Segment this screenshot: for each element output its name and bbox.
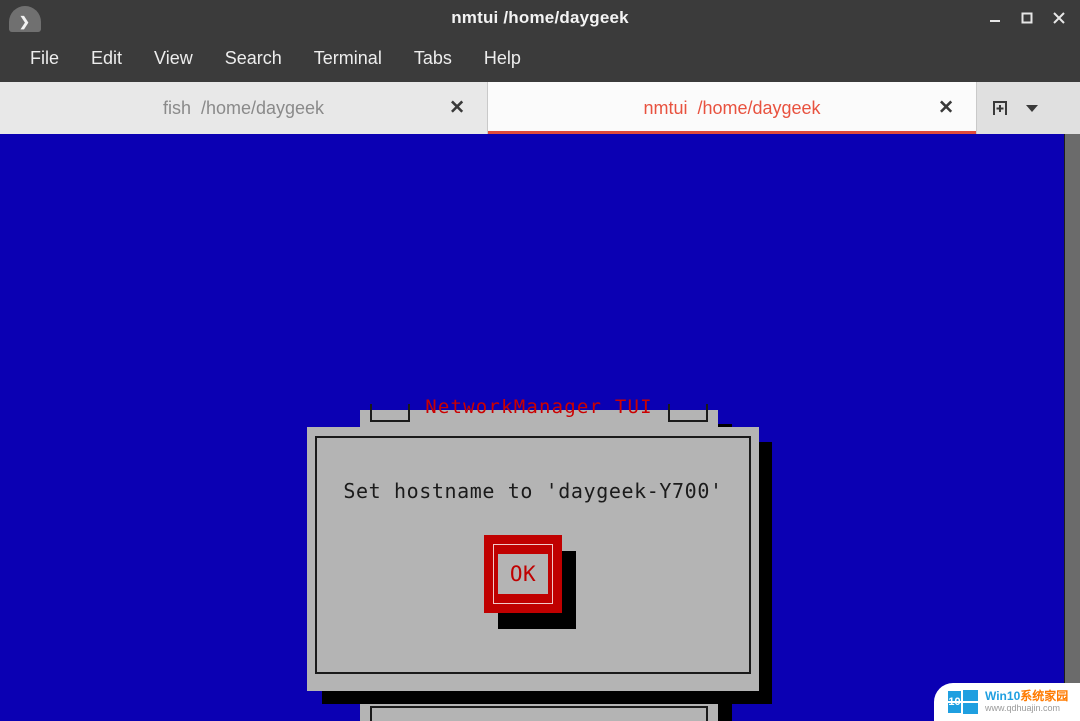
ok-button-label: OK (509, 562, 537, 586)
terminal-window: ❯ nmtui /home/daygeek File Edit View Sea… (0, 0, 1080, 721)
terminal-icon-prompt: ❯ (19, 14, 30, 29)
window-controls (980, 0, 1074, 36)
maximize-icon[interactable] (1012, 3, 1042, 33)
close-icon[interactable] (1044, 3, 1074, 33)
menu-item-edit[interactable]: Edit (75, 45, 138, 74)
win10-logo-text: 10 (948, 696, 961, 708)
tab-nmtui-command: nmtui (643, 97, 688, 118)
tab-nmtui[interactable]: nmtui /home/daygeek ✕ (488, 82, 976, 134)
hostname-dialog: Set hostname to 'daygeek-Y700' OK (307, 427, 759, 691)
watermark-text: Win10系统家园 www.qdhuajin.com (985, 690, 1068, 713)
chevron-down-icon[interactable] (1019, 95, 1045, 121)
watermark: 10 Win10系统家园 www.qdhuajin.com (934, 683, 1080, 721)
new-tab-icon[interactable] (987, 95, 1013, 121)
tab-fish-path: /home/daygeek (200, 97, 325, 118)
menu-bar: File Edit View Search Terminal Tabs Help (0, 36, 1080, 82)
watermark-title: Win10系统家园 (985, 690, 1068, 703)
nmtui-bottom-bar (370, 706, 708, 721)
tab-nmtui-path: /home/daygeek (697, 97, 821, 118)
ok-button-face: OK (498, 554, 548, 594)
tab-fish-command: fish (162, 97, 191, 118)
minimize-icon[interactable] (980, 3, 1010, 33)
menu-item-view[interactable]: View (138, 45, 209, 74)
watermark-title-lead: Win (985, 689, 1007, 704)
nmtui-window-title: NetworkManager TUI (425, 396, 653, 418)
tab-bar: fish /home/daygeek ✕ nmtui /home/daygeek… (0, 82, 1080, 134)
ok-button[interactable]: OK (484, 535, 576, 629)
win10-logo-icon: 10 (948, 690, 978, 714)
menu-item-terminal[interactable]: Terminal (298, 45, 398, 74)
tab-bar-actions (976, 82, 1080, 134)
watermark-url: www.qdhuajin.com (985, 703, 1061, 714)
hostname-dialog-message: Set hostname to 'daygeek-Y700' (343, 479, 723, 503)
menu-item-help[interactable]: Help (468, 45, 537, 74)
menu-item-file[interactable]: File (14, 45, 75, 74)
terminal-canvas[interactable]: NetworkManager TUI Set hostname to 'dayg… (0, 134, 1064, 721)
menu-item-tabs[interactable]: Tabs (398, 45, 468, 74)
title-bar: ❯ nmtui /home/daygeek (0, 0, 1080, 36)
window-title: nmtui /home/daygeek (451, 8, 629, 27)
tab-fish[interactable]: fish /home/daygeek ✕ (0, 82, 488, 134)
ok-button-focus-frame: OK (484, 535, 562, 613)
terminal-scrollbar[interactable] (1064, 134, 1080, 721)
tab-fish-close-icon[interactable]: ✕ (449, 99, 465, 118)
terminal-icon: ❯ (8, 4, 42, 32)
watermark-title-tail: 系统家园 (1020, 689, 1069, 704)
menu-item-search[interactable]: Search (209, 45, 298, 74)
watermark-title-mid: 10 (1006, 689, 1021, 704)
tab-nmtui-close-icon[interactable]: ✕ (938, 99, 954, 118)
